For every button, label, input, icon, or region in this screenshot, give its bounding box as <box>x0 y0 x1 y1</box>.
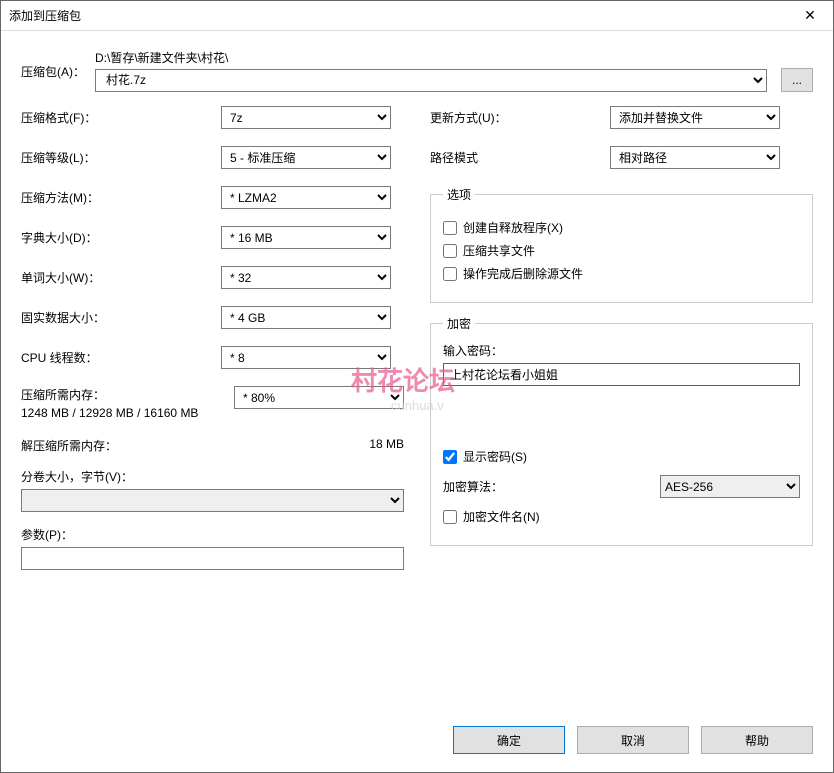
params-label: 参数(P)： <box>21 526 404 543</box>
delete-after-checkbox-row[interactable]: 操作完成后删除源文件 <box>443 265 800 282</box>
shared-label: 压缩共享文件 <box>463 242 535 259</box>
pathmode-label: 路径模式 <box>430 149 610 166</box>
threads-label: CPU 线程数： <box>21 349 221 366</box>
comp-mem-value: 1248 MB / 12928 MB / 16160 MB <box>21 406 198 420</box>
enc-names-label: 加密文件名(N) <box>463 508 540 525</box>
archive-label: 压缩包(A)： <box>21 49 95 80</box>
decomp-mem-label: 解压缩所需内存： <box>21 437 117 454</box>
format-label: 压缩格式(F)： <box>21 109 221 126</box>
threads-combo[interactable]: * 8 <box>221 346 391 369</box>
sfx-checkbox[interactable] <box>443 221 457 235</box>
browse-button[interactable]: ... <box>781 68 813 92</box>
method-label: 压缩方法(M)： <box>21 189 221 206</box>
update-combo[interactable]: 添加并替换文件 <box>610 106 780 129</box>
cancel-button[interactable]: 取消 <box>577 726 689 754</box>
left-column: 压缩格式(F)： 7z 压缩等级(L)： 5 - 标准压缩 压缩方法(M)： *… <box>21 106 404 570</box>
shared-checkbox-row[interactable]: 压缩共享文件 <box>443 242 800 259</box>
sfx-checkbox-row[interactable]: 创建自释放程序(X) <box>443 219 800 236</box>
archive-folder-path: D:\暂存\新建文件夹\村花\ <box>95 49 813 66</box>
params-input[interactable] <box>21 547 404 570</box>
encryption-group: 加密 输入密码： 显示密码(S) 加密算法： AES-256 加密文件名(N) <box>430 315 813 546</box>
enc-method-label: 加密算法： <box>443 478 503 495</box>
level-combo[interactable]: 5 - 标准压缩 <box>221 146 391 169</box>
decomp-mem-value: 18 MB <box>369 437 404 454</box>
volume-label: 分卷大小，字节(V)： <box>21 468 404 485</box>
button-bar: 确定 取消 帮助 <box>453 726 813 754</box>
format-combo[interactable]: 7z <box>221 106 391 129</box>
level-label: 压缩等级(L)： <box>21 149 221 166</box>
show-password-checkbox[interactable] <box>443 450 457 464</box>
enc-names-checkbox[interactable] <box>443 510 457 524</box>
shared-checkbox[interactable] <box>443 244 457 258</box>
volume-combo[interactable] <box>21 489 404 512</box>
titlebar: 添加到压缩包 ✕ <box>1 1 833 31</box>
show-password-row[interactable]: 显示密码(S) <box>443 448 800 465</box>
encryption-legend: 加密 <box>443 315 475 332</box>
help-button[interactable]: 帮助 <box>701 726 813 754</box>
mem-percent-combo[interactable]: * 80% <box>234 386 404 409</box>
window-title: 添加到压缩包 <box>9 7 81 24</box>
options-legend: 选项 <box>443 186 475 203</box>
archive-path-row: 压缩包(A)： D:\暂存\新建文件夹\村花\ 村花.7z ... <box>21 49 813 92</box>
word-label: 单词大小(W)： <box>21 269 221 286</box>
word-combo[interactable]: * 32 <box>221 266 391 289</box>
update-label: 更新方式(U)： <box>430 109 610 126</box>
password-input[interactable] <box>443 363 800 386</box>
dialog-window: 添加到压缩包 ✕ 压缩包(A)： D:\暂存\新建文件夹\村花\ 村花.7z .… <box>0 0 834 773</box>
show-password-label: 显示密码(S) <box>463 448 527 465</box>
dict-combo[interactable]: * 16 MB <box>221 226 391 249</box>
ok-button[interactable]: 确定 <box>453 726 565 754</box>
close-button[interactable]: ✕ <box>795 2 825 30</box>
enc-method-combo[interactable]: AES-256 <box>660 475 800 498</box>
dialog-content: 压缩包(A)： D:\暂存\新建文件夹\村花\ 村花.7z ... 压缩格式(F… <box>1 31 833 570</box>
sfx-label: 创建自释放程序(X) <box>463 219 563 236</box>
method-combo[interactable]: * LZMA2 <box>221 186 391 209</box>
enc-names-row[interactable]: 加密文件名(N) <box>443 508 800 525</box>
options-group: 选项 创建自释放程序(X) 压缩共享文件 操作完成后删除源文件 <box>430 186 813 303</box>
solid-label: 固实数据大小： <box>21 309 221 326</box>
right-column: 更新方式(U)： 添加并替换文件 路径模式 相对路径 选项 创建自释放程序(X) <box>430 106 813 570</box>
comp-mem-label: 压缩所需内存： <box>21 386 198 403</box>
password-label: 输入密码： <box>443 342 800 359</box>
pathmode-combo[interactable]: 相对路径 <box>610 146 780 169</box>
archive-filename-combo[interactable]: 村花.7z <box>95 69 767 92</box>
delete-after-label: 操作完成后删除源文件 <box>463 265 583 282</box>
solid-combo[interactable]: * 4 GB <box>221 306 391 329</box>
dict-label: 字典大小(D)： <box>21 229 221 246</box>
delete-after-checkbox[interactable] <box>443 267 457 281</box>
